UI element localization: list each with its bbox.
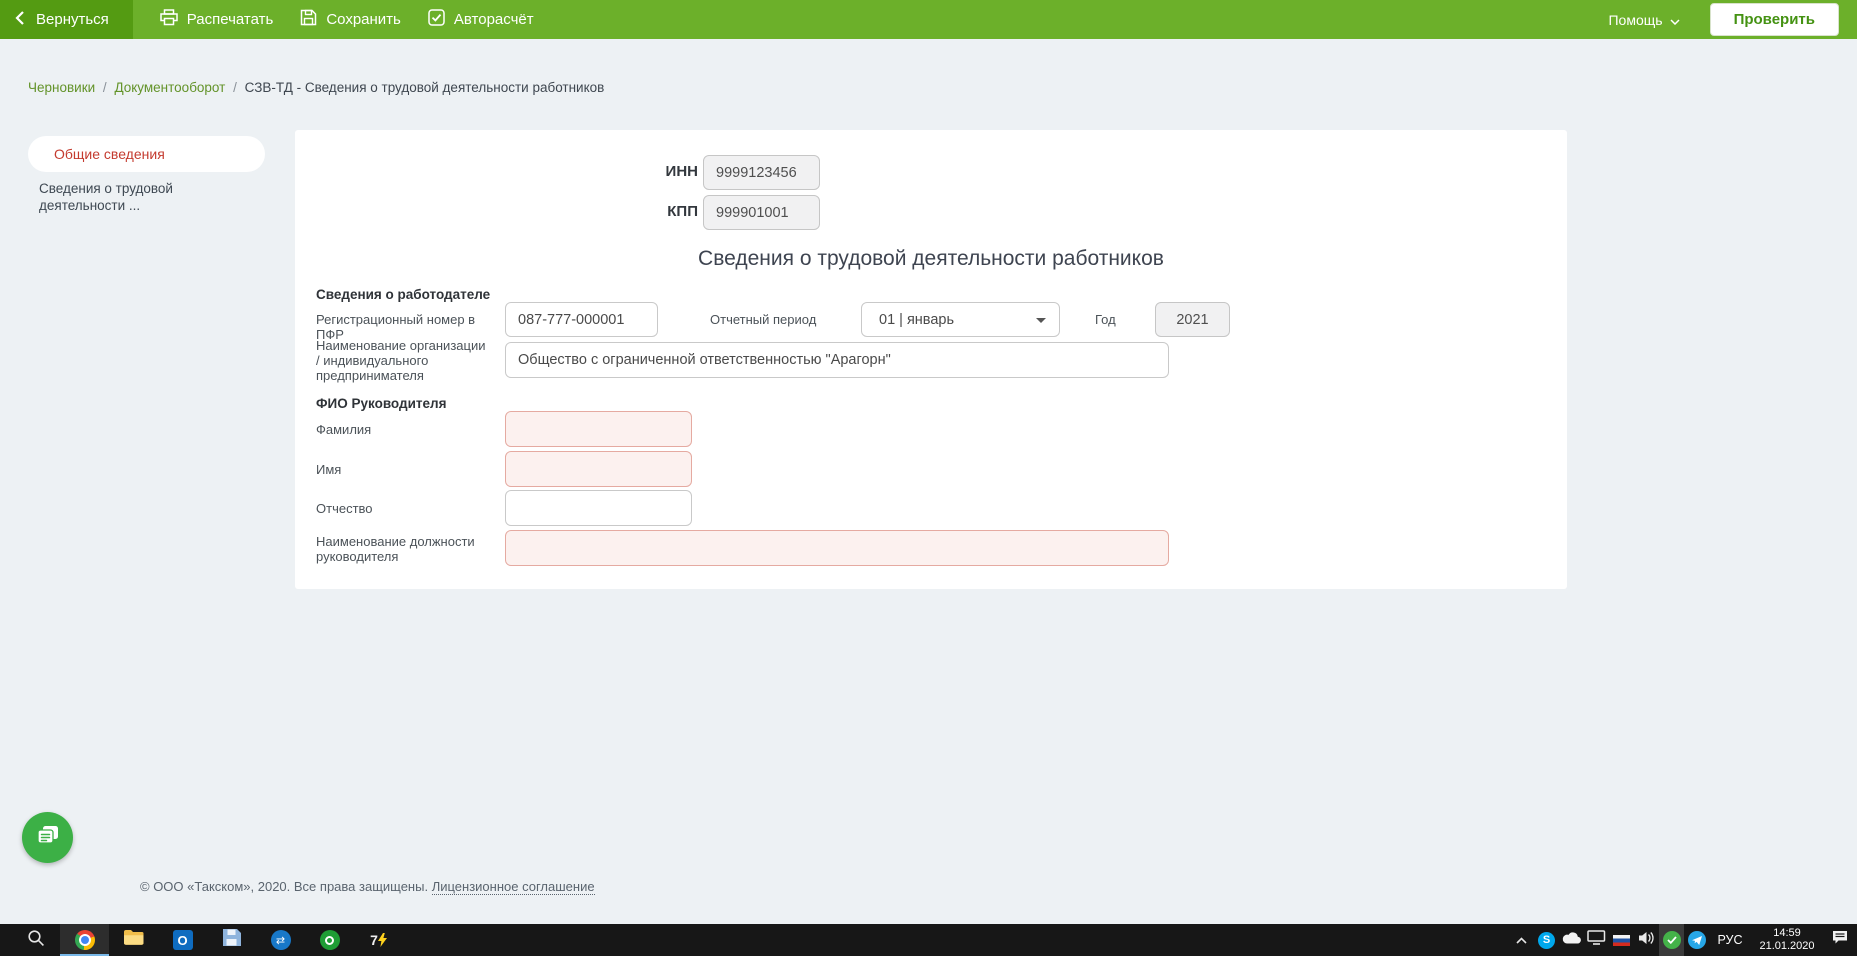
autocalc-button[interactable]: Авторасчёт <box>428 9 534 30</box>
year-field <box>1155 302 1230 337</box>
taskbar-chrome-button[interactable] <box>60 924 109 956</box>
save-button[interactable]: Сохранить <box>300 9 401 30</box>
breadcrumb: Черновики / Документооборот / СЗВ-ТД - С… <box>28 80 604 95</box>
skype-icon: S <box>1538 932 1555 949</box>
employer-section-title: Сведения о работодателе <box>316 287 490 302</box>
taskbar-sync-app-button[interactable]: ⇄ <box>256 924 305 956</box>
action-center-icon <box>1832 930 1848 950</box>
sidebar-item-general-label: Общие сведения <box>54 146 165 162</box>
copyright-text: © ООО «Такском», 2020. Все права защищен… <box>140 879 428 894</box>
kpp-label: КПП <box>295 203 698 220</box>
first-name-field[interactable] <box>505 451 692 487</box>
form-card: ИНН КПП Сведения о трудовой деятельности… <box>295 130 1567 589</box>
year-label: Год <box>1095 312 1116 327</box>
breadcrumb-separator: / <box>229 80 241 95</box>
first-name-label: Имя <box>316 462 341 477</box>
sidebar-item-general[interactable]: Общие сведения <box>28 136 265 172</box>
tray-check-app-button[interactable] <box>1659 924 1684 956</box>
inn-label: ИНН <box>295 163 698 180</box>
report-period-label: Отчетный период <box>710 312 816 327</box>
chevron-down-icon <box>1670 12 1680 28</box>
search-icon <box>27 929 45 952</box>
report-period-value: 01 | январь <box>879 312 954 328</box>
help-menu[interactable]: Помощь <box>1608 12 1679 28</box>
inn-field <box>703 155 820 190</box>
fio-section-title: ФИО Руководителя <box>316 396 446 411</box>
help-menu-label: Помощь <box>1608 12 1662 28</box>
russian-flag-icon <box>1613 935 1630 946</box>
green-app-icon <box>320 930 340 950</box>
floppy-disk-icon <box>222 928 241 952</box>
chat-fab-button[interactable] <box>22 812 73 863</box>
back-button-label: Вернуться <box>36 11 109 28</box>
speaker-icon <box>1638 931 1655 950</box>
middle-name-field[interactable] <box>505 490 692 526</box>
last-name-field[interactable] <box>505 411 692 447</box>
action-center-button[interactable] <box>1823 924 1857 956</box>
save-button-label: Сохранить <box>326 11 401 28</box>
tray-skype-button[interactable]: S <box>1534 924 1559 956</box>
breadcrumb-docflow-link[interactable]: Документооборот <box>114 80 225 95</box>
taskbar-date: 21.01.2020 <box>1751 940 1823 953</box>
select-caret-icon <box>1036 318 1046 323</box>
check-circle-icon <box>1663 931 1681 949</box>
position-field[interactable] <box>505 530 1169 566</box>
license-agreement-link[interactable]: Лицензионное соглашение <box>432 879 595 895</box>
taskbar-lightning-app-button[interactable]: 7 <box>354 924 403 956</box>
checkbox-icon <box>428 9 445 30</box>
taskbar-outlook-button[interactable]: O <box>158 924 207 956</box>
breadcrumb-current: СЗВ-ТД - Сведения о трудовой деятельност… <box>245 80 605 95</box>
print-button[interactable]: Распечатать <box>160 9 274 30</box>
breadcrumb-drafts-link[interactable]: Черновики <box>28 80 95 95</box>
footer: © ООО «Такском», 2020. Все права защищен… <box>140 879 595 894</box>
check-button[interactable]: Проверить <box>1710 3 1839 36</box>
taskbar-search-button[interactable] <box>11 924 60 956</box>
page-title: Сведения о трудовой деятельности работни… <box>295 247 1567 271</box>
save-icon <box>300 9 317 30</box>
position-label: Наименование должности руководителя <box>316 534 486 564</box>
display-network-icon <box>1587 930 1606 950</box>
org-name-label: Наименование организации / индивидуально… <box>316 338 486 383</box>
taskbar-file-explorer-button[interactable] <box>109 924 158 956</box>
org-name-field[interactable] <box>505 342 1169 378</box>
taskbar-time: 14:59 <box>1751 927 1823 940</box>
chevron-up-icon <box>1516 931 1527 949</box>
folder-icon <box>123 929 144 951</box>
windows-taskbar: O ⇄ 7 S <box>0 924 1857 956</box>
chevron-left-icon <box>15 10 25 30</box>
outlook-icon: O <box>173 930 193 950</box>
tray-onedrive-button[interactable] <box>1559 924 1584 956</box>
last-name-label: Фамилия <box>316 422 371 437</box>
chrome-icon <box>75 930 95 950</box>
back-button[interactable]: Вернуться <box>0 0 133 39</box>
tray-language-flag-button[interactable] <box>1609 924 1634 956</box>
tray-chevron-up-button[interactable] <box>1509 924 1534 956</box>
tray-network-display-button[interactable] <box>1584 924 1609 956</box>
language-indicator[interactable]: РУС <box>1709 933 1751 947</box>
cloud-icon <box>1562 931 1582 949</box>
reg-number-field[interactable] <box>505 302 658 337</box>
app-lightning-icon: 7 <box>370 932 387 948</box>
taskbar-green-app-button[interactable] <box>305 924 354 956</box>
taskbar-floppy-app-button[interactable] <box>207 924 256 956</box>
tray-volume-button[interactable] <box>1634 924 1659 956</box>
taskbar-clock[interactable]: 14:59 21.01.2020 <box>1751 927 1823 953</box>
chat-pages-icon <box>35 824 61 852</box>
sidebar-item-work-activity[interactable]: Сведения о трудовой деятельности ... <box>39 180 204 214</box>
middle-name-label: Отчество <box>316 501 373 516</box>
top-toolbar: Вернуться Распечатать Сохранить Авторасч… <box>0 0 1857 39</box>
autocalc-button-label: Авторасчёт <box>454 11 534 28</box>
breadcrumb-separator: / <box>99 80 111 95</box>
sync-arrows-icon: ⇄ <box>271 930 291 950</box>
telegram-icon <box>1688 931 1706 949</box>
kpp-field <box>703 195 820 230</box>
tray-telegram-button[interactable] <box>1684 924 1709 956</box>
printer-icon <box>160 9 178 30</box>
report-period-select[interactable]: 01 | январь <box>861 302 1060 337</box>
print-button-label: Распечатать <box>187 11 274 28</box>
sidebar-item-work-activity-label: Сведения о трудовой деятельности ... <box>39 181 173 213</box>
